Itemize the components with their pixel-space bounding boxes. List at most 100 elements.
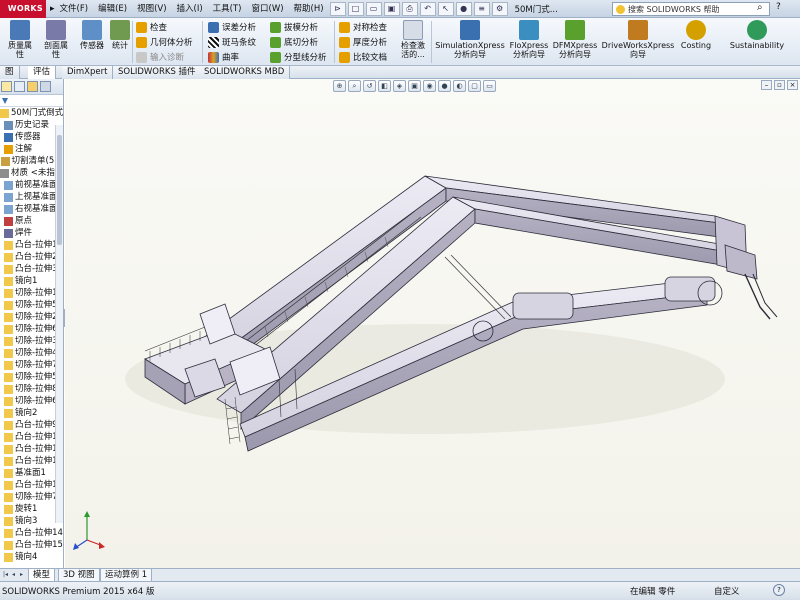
section-properties-button[interactable]: 剖面属 性 <box>38 20 74 59</box>
tree-item[interactable]: 切除-拉伸7 <box>0 359 63 371</box>
tree-item[interactable]: 凸台-拉伸9 <box>0 419 63 431</box>
next-tab-icon[interactable]: ▸ <box>18 571 25 579</box>
dfmxpress-button[interactable]: DFMXpress 分析向导 <box>552 20 598 59</box>
sustainability-button[interactable]: Sustainability <box>726 20 788 50</box>
tree-item[interactable]: 历史记录 <box>0 119 63 131</box>
tree-item[interactable]: 切除-拉伸4 <box>0 347 63 359</box>
floxpress-button[interactable]: FloXpress 分析向导 <box>508 20 550 59</box>
driveworksxpress-button[interactable]: DriveWorksXpress 向导 <box>600 20 676 59</box>
zebra-stripes-button[interactable]: 斑马条纹 <box>208 35 256 49</box>
status-help-icon[interactable]: ? <box>773 584 785 596</box>
tree-item[interactable]: 切除-拉伸6 <box>0 323 63 335</box>
rebuild-icon[interactable]: ● <box>455 1 472 16</box>
tree-item[interactable]: 镜向4 <box>0 551 63 563</box>
tree-item[interactable]: 切除-拉伸7 <box>0 491 63 503</box>
tab-sketch[interactable]: 图 <box>0 66 20 79</box>
pin-icon[interactable]: ⊳ <box>329 1 346 16</box>
tree-scrollbar[interactable] <box>55 125 63 523</box>
tree-item[interactable]: 凸台-拉伸17 <box>0 479 63 491</box>
prev-tab-icon[interactable]: ◂ <box>10 571 17 579</box>
options-gear-icon[interactable]: ⚙ <box>491 1 508 16</box>
save-icon[interactable]: ▣ <box>383 1 400 16</box>
first-tab-icon[interactable]: |◂ <box>2 571 9 579</box>
tree-item[interactable]: 镜向3 <box>0 515 63 527</box>
tree-item[interactable]: 切除-拉伸8 <box>0 383 63 395</box>
tree-item[interactable]: 上视基准面 <box>0 191 63 203</box>
tab-solidworks-mbd[interactable]: SOLIDWORKS MBD <box>199 66 291 79</box>
tree-item[interactable]: 右视基准面 <box>0 203 63 215</box>
tab-dimxpert[interactable]: DimXpert <box>62 66 114 79</box>
help-search-input[interactable]: 搜索 SOLIDWORKS 帮助 <box>612 2 770 16</box>
tree-item[interactable]: 凸台-拉伸10 <box>0 431 63 443</box>
curvature-button[interactable]: 曲率 <box>208 50 239 64</box>
compare-documents-button[interactable]: 比较文档 <box>339 50 387 64</box>
mass-properties-button[interactable]: 质量属 性 <box>2 20 38 59</box>
tree-item[interactable]: 切除-拉伸5 <box>0 299 63 311</box>
deviation-analysis-button[interactable]: 误差分析 <box>208 20 256 34</box>
tree-scrollbar-thumb[interactable] <box>57 135 62 245</box>
undo-icon[interactable]: ↶ <box>419 1 436 16</box>
menu-tools[interactable]: 工具(T) <box>208 0 247 18</box>
tree-filter[interactable] <box>0 95 63 107</box>
simulationxpress-button[interactable]: SimulationXpress 分析向导 <box>434 20 506 59</box>
file-properties-icon[interactable]: ≡ <box>473 1 490 16</box>
tree-item[interactable]: 切除-拉伸2 <box>0 311 63 323</box>
menu-edit[interactable]: 编辑(E) <box>93 0 132 18</box>
tab-solidworks-addins[interactable]: SOLIDWORKS 插件 <box>113 66 202 79</box>
tree-item[interactable]: 旋转1 <box>0 503 63 515</box>
tree-item[interactable]: 焊件 <box>0 227 63 239</box>
tree-item[interactable]: 凸台-拉伸14 <box>0 527 63 539</box>
tree-item[interactable]: 基准面1 <box>0 467 63 479</box>
costing-button[interactable]: Costing <box>676 20 716 50</box>
tree-root[interactable]: 50M门式倒式闸 <box>0 107 63 119</box>
status-custom-units[interactable]: 自定义 <box>714 585 740 597</box>
draft-analysis-button[interactable]: 拔模分析 <box>270 20 318 34</box>
check-button[interactable]: 检查 <box>136 20 167 34</box>
menu-window[interactable]: 窗口(W) <box>247 0 289 18</box>
tree-item[interactable]: 切除-拉伸3 <box>0 335 63 347</box>
menu-file[interactable]: 文件(F) <box>55 0 94 18</box>
config-manager-icon[interactable] <box>27 81 38 92</box>
tree-item[interactable]: 镜向2 <box>0 407 63 419</box>
tree-item[interactable]: 切除-拉伸1 <box>0 287 63 299</box>
thickness-analysis-button[interactable]: 厚度分析 <box>339 35 387 49</box>
tab-evaluate[interactable]: 评估 <box>28 66 57 79</box>
tree-item[interactable]: 凸台-拉伸1 <box>0 239 63 251</box>
menu-view[interactable]: 视图(V) <box>132 0 171 18</box>
tree-item[interactable]: 凸台-拉伸3 <box>0 263 63 275</box>
menu-help[interactable]: 帮助(H) <box>289 0 329 18</box>
tree-item[interactable]: 凸台-拉伸11 <box>0 443 63 455</box>
tree-item[interactable]: 原点 <box>0 215 63 227</box>
select-arrow-icon[interactable]: ↖ <box>437 1 454 16</box>
undercut-analysis-button[interactable]: 底切分析 <box>270 35 318 49</box>
magnifier-icon[interactable]: ⌕ <box>757 2 763 13</box>
tree-item[interactable]: 切除-拉伸6 <box>0 395 63 407</box>
tree-item[interactable]: 切除-拉伸5 <box>0 371 63 383</box>
open-folder-icon[interactable]: ▭ <box>365 1 382 16</box>
print-icon[interactable]: ⎙ <box>401 1 418 16</box>
check-active-document-button[interactable]: 检查激 活的... <box>398 20 428 59</box>
dimxpert-manager-icon[interactable] <box>40 81 51 92</box>
tree-item[interactable]: 切割清单(57) <box>0 155 63 167</box>
symmetry-check-button[interactable]: 对称检查 <box>339 20 387 34</box>
tree-item[interactable]: 凸台-拉伸2 <box>0 251 63 263</box>
tree-item[interactable]: 凸台-拉伸12 <box>0 455 63 467</box>
new-document-icon[interactable]: □ <box>347 1 364 16</box>
tree-item[interactable]: 凸台-拉伸15 <box>0 539 63 551</box>
graphics-area[interactable]: ⊕ ⌕ ↺ ◧ ◈ ▣ ◉ ● ◐ ▢ ▭ – ▫ × <box>65 79 800 568</box>
tree-item[interactable]: 前视基准面 <box>0 179 63 191</box>
statistics-button[interactable]: 统计 <box>108 20 132 50</box>
feature-manager-icon[interactable] <box>1 81 12 92</box>
tree-item[interactable]: 材质 <未指定> <box>0 167 63 179</box>
import-diagnostics-button[interactable]: 输入诊断 <box>136 50 184 64</box>
geometry-analysis-button[interactable]: 几何体分析 <box>136 35 193 49</box>
solidworks-logo[interactable]: WORKS <box>0 0 46 18</box>
sensor-button[interactable]: 传感器 <box>76 20 108 50</box>
help-question-icon[interactable]: ? <box>776 2 781 12</box>
parting-line-analysis-button[interactable]: 分型线分析 <box>270 50 327 64</box>
property-manager-icon[interactable] <box>14 81 25 92</box>
tree-item[interactable]: 镜向1 <box>0 275 63 287</box>
gantry-crane-model[interactable] <box>65 79 800 568</box>
tree-item[interactable]: 传感器 <box>0 131 63 143</box>
tree-item[interactable]: 注解 <box>0 143 63 155</box>
